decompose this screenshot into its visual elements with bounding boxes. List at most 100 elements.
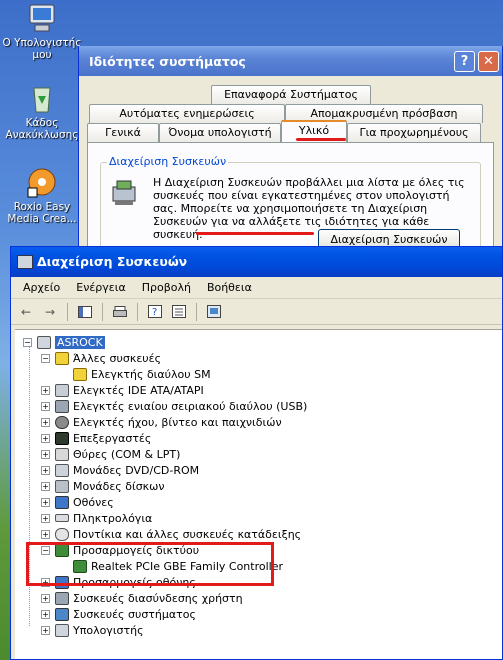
menu-action[interactable]: Ενέργεια — [68, 281, 133, 294]
properties-icon[interactable] — [168, 302, 190, 322]
toolbar-separator — [102, 302, 103, 321]
tree-item-processors[interactable]: + Επεξεργαστές — [41, 430, 151, 446]
desktop-icon-label: Ο Υπολογιστής μου — [2, 37, 82, 61]
forward-icon[interactable]: → — [39, 302, 61, 322]
expand-icon[interactable]: + — [41, 465, 50, 475]
tree-item-mice[interactable]: + Ποντίκια και άλλες συσκευές κατάδειξης — [41, 526, 301, 542]
keyboard-icon — [55, 514, 69, 522]
menu-help[interactable]: Βοήθεια — [199, 281, 260, 294]
mouse-icon — [55, 527, 69, 541]
tree-item-keyboards[interactable]: + Πληκτρολόγια — [41, 510, 152, 526]
device-tree: − ASROCK − Άλλες συσκευές Ελεγκτής διαύλ… — [15, 329, 502, 659]
tree-item-label: Ελεγκτές ήχου, βίντεο και παιχνιδιών — [73, 415, 282, 429]
tab-computer-name[interactable]: Όνομα υπολογιστή — [159, 123, 281, 142]
tab-system-restore[interactable]: Επαναφορά Συστήματος — [211, 85, 371, 104]
scan-hardware-icon[interactable] — [203, 302, 225, 322]
disk-icon — [55, 479, 69, 493]
window-title: Ιδιότητες συστήματος — [89, 54, 246, 69]
tree-item-dvd-drives[interactable]: + Μονάδες DVD/CD-ROM — [41, 462, 199, 478]
expand-icon[interactable]: + — [41, 417, 50, 427]
menu-bar: Αρχείο Ενέργεια Προβολή Βοήθεια — [11, 277, 502, 299]
group-title: Διαχείριση Συσκευών — [107, 155, 229, 168]
monitor-icon — [55, 495, 69, 509]
warning-device-icon — [73, 367, 87, 381]
usb-icon — [55, 399, 69, 413]
desktop-icon-label: Roxio Easy Media Crea... — [7, 201, 77, 225]
tree-item-ide-controllers[interactable]: + Ελεγκτές IDE ATA/ATAPI — [41, 382, 204, 398]
tree-item-sound-controllers[interactable]: + Ελεγκτές ήχου, βίντεο και παιχνιδιών — [41, 414, 282, 430]
expand-icon[interactable]: + — [41, 593, 50, 603]
help-icon[interactable]: ? — [144, 302, 166, 322]
menu-file[interactable]: Αρχείο — [15, 281, 68, 294]
expand-icon[interactable]: + — [41, 449, 50, 459]
tree-item-label: Συσκευές συστήματος — [73, 607, 196, 621]
sound-icon — [55, 415, 69, 429]
system-properties-window: Ιδιότητες συστήματος ? ✕ Επαναφορά Συστή… — [78, 46, 503, 260]
tree-item-label: Άλλες συσκευές — [73, 351, 162, 365]
computer-icon — [55, 623, 69, 637]
tab-general[interactable]: Γενικά — [87, 123, 159, 142]
tab-automatic-updates[interactable]: Αυτόματες ενημερώσεις — [89, 104, 285, 123]
desktop-icon-my-computer[interactable]: Ο Υπολογιστής μου — [2, 2, 82, 61]
tree-item-label: Συσκευές διασύνδεσης χρήστη — [73, 591, 243, 605]
desktop-icon-roxio[interactable]: Roxio Easy Media Crea... — [2, 166, 82, 225]
tree-item-other-devices[interactable]: − Άλλες συσκευές — [41, 350, 161, 366]
tree-item-monitors[interactable]: + Οθόνες — [41, 494, 114, 510]
tree-item-label: Θύρες (COM & LPT) — [73, 447, 181, 461]
tree-item-label: Επεξεργαστές — [73, 431, 152, 445]
tree-item-usb-controllers[interactable]: + Ελεγκτές ενιαίου σειριακού διαύλου (US… — [41, 398, 307, 414]
desktop-icon-recycle-bin[interactable]: Κάδος Ανακύκλωσης — [2, 82, 82, 141]
window-title: Διαχείριση Συσκευών — [37, 254, 188, 269]
cpu-icon — [55, 431, 69, 445]
expand-icon[interactable]: + — [41, 481, 50, 491]
roxio-icon — [26, 166, 58, 198]
toolbar-separator — [137, 302, 138, 321]
device-manager-app-icon — [17, 255, 33, 269]
tree-item-label: Υπολογιστής — [73, 623, 144, 637]
expand-icon[interactable]: + — [41, 513, 50, 523]
collapse-icon[interactable]: − — [23, 337, 32, 347]
ide-icon — [55, 383, 69, 397]
toolbar: ← → ? — [11, 299, 502, 325]
tab-advanced[interactable]: Για προχωρημένους — [347, 123, 481, 142]
expand-icon[interactable]: + — [41, 609, 50, 619]
tree-root-label: ASROCK — [55, 335, 105, 349]
expand-icon[interactable]: + — [41, 385, 50, 395]
toolbar-separator — [67, 302, 68, 321]
expand-icon[interactable]: + — [41, 529, 50, 539]
question-icon — [55, 351, 69, 365]
title-bar: Ιδιότητες συστήματος ? ✕ — [79, 46, 502, 76]
expand-icon[interactable]: + — [41, 625, 50, 635]
hid-icon — [55, 591, 69, 605]
tree-item-label: Ποντίκια και άλλες συσκευές κατάδειξης — [73, 527, 302, 541]
tree-item-system-devices[interactable]: + Συσκευές συστήματος — [41, 606, 196, 622]
back-icon[interactable]: ← — [15, 302, 37, 322]
tree-item-computer[interactable]: + Υπολογιστής — [41, 622, 144, 638]
device-manager-group-icon — [109, 177, 141, 212]
expand-icon[interactable]: + — [41, 433, 50, 443]
dvd-icon — [55, 463, 69, 477]
tree-item-disk-drives[interactable]: + Μονάδες δίσκων — [41, 478, 165, 494]
show-hide-tree-icon[interactable] — [74, 302, 96, 322]
tree-item-ports[interactable]: + Θύρες (COM & LPT) — [41, 446, 180, 462]
close-button[interactable]: ✕ — [478, 51, 499, 72]
tree-item-label: Ελεγκτές IDE ATA/ATAPI — [73, 383, 204, 397]
tree-item-label: Ελεγκτές ενιαίου σειριακού διαύλου (USB) — [73, 399, 308, 413]
collapse-icon[interactable]: − — [41, 353, 50, 363]
print-icon[interactable] — [109, 302, 131, 322]
expand-icon[interactable]: + — [41, 497, 50, 507]
help-button[interactable]: ? — [454, 51, 475, 72]
tree-item-label: Ελεγκτής διαύλου SM — [91, 367, 211, 381]
tree-item-hid[interactable]: + Συσκευές διασύνδεσης χρήστη — [41, 590, 243, 606]
menu-view[interactable]: Προβολή — [134, 281, 199, 294]
computer-icon — [37, 335, 51, 349]
system-icon — [55, 607, 69, 621]
expand-icon[interactable]: + — [41, 401, 50, 411]
svg-text:?: ? — [152, 307, 157, 318]
tree-item-sm-bus-controller[interactable]: Ελεγκτής διαύλου SM — [73, 366, 211, 382]
tree-root[interactable]: − ASROCK — [23, 334, 105, 350]
desktop-icon-label: Κάδος Ανακύκλωσης — [5, 117, 79, 141]
recycle-bin-icon — [26, 82, 58, 114]
toolbar-separator — [196, 302, 197, 321]
annotation-highlight-box — [26, 542, 274, 586]
